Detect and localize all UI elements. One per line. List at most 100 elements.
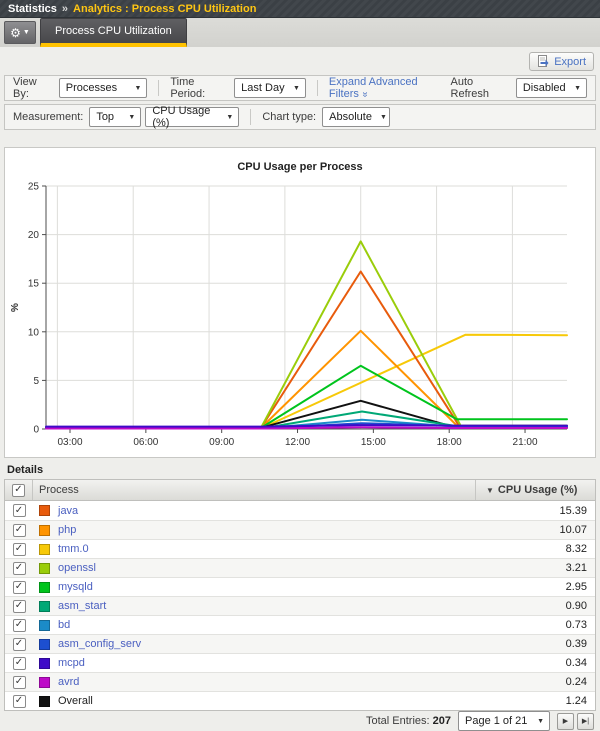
row-checkbox[interactable]: ✓ <box>13 543 26 556</box>
process-link[interactable]: mcpd <box>58 657 85 669</box>
time-period-value: Last Day <box>241 82 284 94</box>
svg-text:03:00: 03:00 <box>57 437 82 448</box>
chart-panel: CPU Usage per Process 051015202503:0006:… <box>4 147 596 458</box>
series-line-mcpd <box>46 425 567 427</box>
export-label: Export <box>554 56 586 68</box>
export-button[interactable]: Export <box>529 52 594 71</box>
series-color-chip <box>39 620 50 631</box>
cpu-usage-chart: 051015202503:0006:0009:0012:0015:0018:00… <box>5 177 589 449</box>
metric-select[interactable]: CPU Usage (%) ▼ <box>145 107 239 127</box>
main-content: Export View By: Processes ▼ Time Period:… <box>0 47 600 729</box>
expand-advanced-filters-label: Expand Advanced Filters <box>329 76 418 100</box>
page-select[interactable]: Page 1 of 21 ▼ <box>458 711 550 731</box>
row-checkbox[interactable]: ✓ <box>13 695 26 708</box>
select-all-checkbox[interactable]: ✓ <box>12 484 25 497</box>
process-link[interactable]: bd <box>58 619 70 631</box>
chevron-down-icon: ▼ <box>226 114 233 121</box>
last-page-button[interactable]: ▶| <box>577 713 594 730</box>
table-row: ✓ avrd 0.24 <box>5 672 595 691</box>
process-column-header[interactable]: Process <box>33 484 475 496</box>
row-checkbox[interactable]: ✓ <box>13 657 26 670</box>
table-row: ✓bd0.73 <box>5 615 595 634</box>
series-color-chip <box>39 505 50 516</box>
gear-menu-button[interactable]: ⚙ ▼ <box>4 21 36 44</box>
process-link[interactable]: asm_start <box>58 600 106 612</box>
gear-icon: ⚙ <box>10 27 21 39</box>
chevron-down-icon: ▼ <box>128 114 135 121</box>
chevron-down-icon: ▼ <box>293 85 300 92</box>
time-period-label: Time Period: <box>170 76 228 100</box>
table-body: ✓java15.39✓php10.07✓tmm.08.32✓openssl3.2… <box>5 501 595 710</box>
table-row: ✓ tmm.0 8.32 <box>5 539 595 558</box>
export-icon <box>537 55 550 68</box>
process-link[interactable]: php <box>58 524 76 536</box>
cpu-usage-value: 8.32 <box>475 540 595 558</box>
svg-text:21:00: 21:00 <box>513 437 538 448</box>
series-color-chip <box>39 563 50 574</box>
svg-text:5: 5 <box>33 376 39 387</box>
table-row: ✓ java 15.39 <box>5 501 595 520</box>
series-line-php <box>46 331 567 428</box>
process-link[interactable]: avrd <box>58 676 79 688</box>
table-row: ✓ php 10.07 <box>5 520 595 539</box>
series-color-chip <box>39 696 50 707</box>
total-entries-label: Total Entries: <box>366 715 430 727</box>
process-link[interactable]: tmm.0 <box>58 543 89 555</box>
chart-title: CPU Usage per Process <box>5 161 595 173</box>
series-color-chip <box>39 601 50 612</box>
svg-text:0: 0 <box>33 425 39 436</box>
series-color-chip <box>39 525 50 536</box>
cpu-usage-value: 0.34 <box>475 654 595 672</box>
breadcrumb: Statistics » Analytics : Process CPU Uti… <box>0 0 600 18</box>
divider <box>250 109 251 125</box>
table-header-row: ✓ Process ▼ CPU Usage (%) <box>5 480 595 501</box>
view-by-label: View By: <box>13 76 53 100</box>
measurement-select[interactable]: Top ▼ <box>89 107 141 127</box>
table-row: ✓openssl3.21 <box>5 558 595 577</box>
details-section-label: Details <box>7 464 596 476</box>
chart-type-label: Chart type: <box>262 111 316 123</box>
process-link[interactable]: mysqld <box>58 581 93 593</box>
measurement-label: Measurement: <box>13 111 83 123</box>
svg-text:09:00: 09:00 <box>209 437 234 448</box>
chevron-down-icon: ▼ <box>574 85 581 92</box>
cpu-usage-column-header[interactable]: ▼ CPU Usage (%) <box>475 480 595 500</box>
svg-text:18:00: 18:00 <box>437 437 462 448</box>
chart-type-select[interactable]: Absolute ▼ <box>322 107 390 127</box>
row-checkbox[interactable]: ✓ <box>13 638 26 651</box>
auto-refresh-value: Disabled <box>523 82 566 94</box>
row-checkbox[interactable]: ✓ <box>13 676 26 689</box>
expand-advanced-filters-link[interactable]: Expand Advanced Filters» <box>329 76 451 100</box>
row-checkbox[interactable]: ✓ <box>13 600 26 613</box>
process-link[interactable]: asm_config_serv <box>58 638 141 650</box>
view-by-select[interactable]: Processes ▼ <box>59 78 148 98</box>
row-checkbox[interactable]: ✓ <box>13 562 26 575</box>
divider <box>158 80 159 96</box>
row-checkbox[interactable]: ✓ <box>13 581 26 594</box>
cpu-usage-value: 10.07 <box>475 521 595 539</box>
next-page-button[interactable]: ▶ <box>557 713 574 730</box>
chevron-down-icon: ▼ <box>134 85 141 92</box>
row-checkbox[interactable]: ✓ <box>13 524 26 537</box>
divider <box>317 80 318 96</box>
chevron-down-icon: ▼ <box>537 718 544 725</box>
auto-refresh-select[interactable]: Disabled ▼ <box>516 78 587 98</box>
table-row: ✓asm_start0.90 <box>5 596 595 615</box>
auto-refresh-label: Auto Refresh <box>451 76 510 100</box>
table-row: ✓Overall1.24 <box>5 691 595 710</box>
time-period-select[interactable]: Last Day ▼ <box>234 78 306 98</box>
cpu-usage-value: 0.24 <box>475 673 595 691</box>
details-table: ✓ Process ▼ CPU Usage (%) ✓ java 15.39 ✓ php… <box>4 479 596 711</box>
process-link[interactable]: java <box>58 505 78 517</box>
row-checkbox[interactable]: ✓ <box>13 504 26 517</box>
page-select-value: Page 1 of 21 <box>465 715 527 727</box>
tab-process-cpu-utilization[interactable]: Process CPU Utilization <box>40 18 187 47</box>
svg-text:%: % <box>10 303 21 312</box>
process-name: Overall <box>58 695 93 707</box>
series-color-chip <box>39 658 50 669</box>
process-link[interactable]: openssl <box>58 562 96 574</box>
view-by-value: Processes <box>66 82 117 94</box>
row-checkbox[interactable]: ✓ <box>13 619 26 632</box>
cpu-usage-value: 15.39 <box>475 501 595 520</box>
series-line-mysqld <box>46 366 567 428</box>
